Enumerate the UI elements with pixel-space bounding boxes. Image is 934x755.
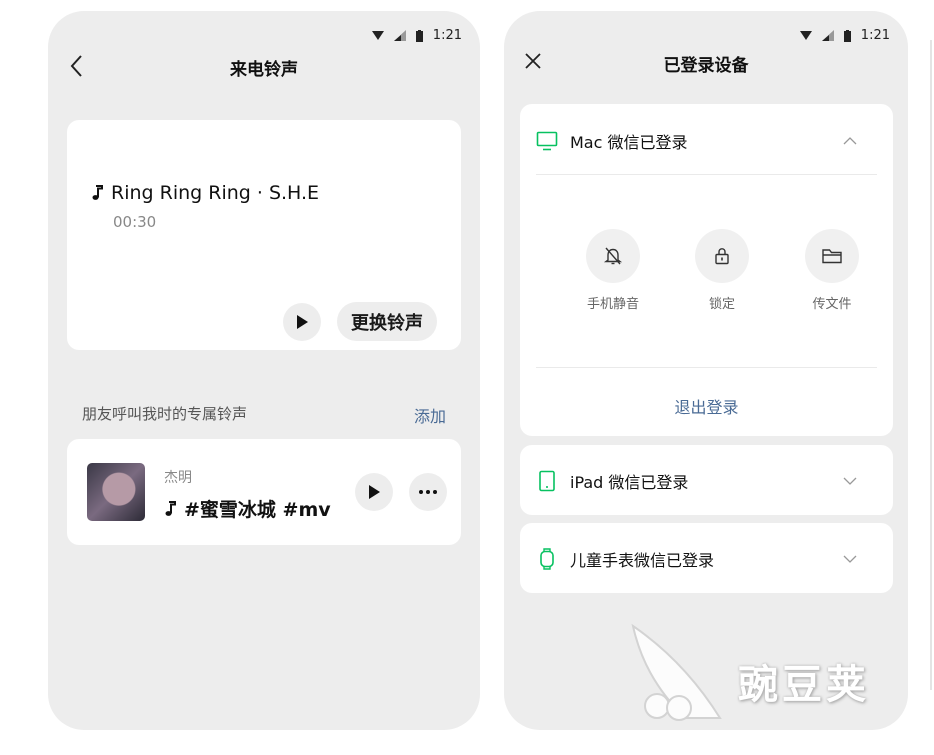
lock-label: 锁定	[708, 297, 735, 312]
page-title: 已登录设备	[663, 56, 749, 76]
avatar	[87, 463, 145, 521]
play-icon	[369, 485, 380, 499]
folder-icon	[822, 249, 842, 264]
status-bar: 1:21	[371, 28, 462, 43]
friend-ringtone-item[interactable]: 杰明 #蜜雪冰城 #mv	[67, 439, 461, 545]
play-friend-ringtone-button[interactable]	[355, 473, 393, 511]
ipad-device-card[interactable]: iPad 微信已登录	[520, 445, 893, 515]
page-title: 来电铃声	[230, 60, 298, 80]
ringtone-duration: 00:30	[113, 213, 157, 231]
battery-icon	[843, 29, 851, 42]
divider	[930, 40, 932, 690]
friend-song: #蜜雪冰城 #mv	[164, 495, 331, 522]
ringtone-screen: 1:21 来电铃声 Ring Ring Ring · S.H.E 00:30 更…	[48, 11, 480, 730]
ringtone-name: Ring Ring Ring · S.H.E	[111, 182, 320, 204]
divider	[536, 367, 877, 368]
music-note-icon	[92, 185, 103, 200]
friends-ringtone-section-label: 朋友呼叫我时的专属铃声	[82, 405, 248, 423]
chevron-down-icon	[843, 477, 857, 485]
watch-device-card[interactable]: 儿童手表微信已登录	[520, 523, 893, 593]
wifi-icon	[371, 31, 384, 40]
ipad-device-header: iPad 微信已登录	[536, 469, 877, 493]
mute-phone-action[interactable]: 手机静音	[573, 229, 653, 312]
chevron-down-icon	[843, 555, 857, 563]
status-time: 1:21	[432, 28, 462, 43]
watch-icon	[540, 548, 554, 570]
watch-device-header: 儿童手表微信已登录	[536, 547, 877, 571]
play-icon	[297, 315, 308, 329]
tablet-icon	[539, 470, 555, 492]
transfer-file-action[interactable]: 传文件	[792, 229, 872, 312]
mac-device-card: Mac 微信已登录 手机静音 锁定 传文件 退出登录	[520, 104, 893, 436]
lock-action[interactable]: 锁定	[682, 229, 762, 312]
bell-off-icon	[603, 247, 623, 265]
more-icon	[419, 490, 437, 494]
watermark-text: 豌豆荚	[738, 662, 870, 708]
change-ringtone-button[interactable]: 更换铃声	[337, 302, 437, 341]
mac-device-header[interactable]: Mac 微信已登录	[536, 129, 877, 153]
wifi-icon	[799, 31, 812, 40]
ipad-device-label: iPad 微信已登录	[570, 473, 689, 492]
ringtone-title: Ring Ring Ring · S.H.E	[91, 182, 319, 204]
friend-name: 杰明	[164, 470, 192, 486]
lock-icon	[715, 248, 729, 265]
divider	[536, 174, 877, 175]
more-options-button[interactable]	[409, 473, 447, 511]
mute-phone-label: 手机静音	[586, 297, 639, 312]
status-time: 1:21	[860, 28, 890, 43]
watch-device-label: 儿童手表微信已登录	[570, 551, 715, 570]
signal-icon	[393, 30, 406, 41]
battery-icon	[415, 29, 423, 42]
monitor-icon	[536, 131, 558, 151]
transfer-file-label: 传文件	[812, 297, 852, 312]
status-bar: 1:21	[799, 28, 890, 43]
mac-device-label: Mac 微信已登录	[570, 133, 688, 152]
signal-icon	[821, 30, 834, 41]
play-ringtone-button[interactable]	[283, 303, 321, 341]
add-friend-ringtone-link[interactable]: 添加	[414, 403, 446, 427]
chevron-up-icon	[843, 137, 857, 145]
logout-button[interactable]: 退出登录	[520, 394, 893, 418]
current-ringtone-card: Ring Ring Ring · S.H.E 00:30 更换铃声	[67, 120, 461, 350]
music-note-icon	[165, 500, 176, 516]
friend-song-title: #蜜雪冰城 #mv	[184, 499, 331, 521]
